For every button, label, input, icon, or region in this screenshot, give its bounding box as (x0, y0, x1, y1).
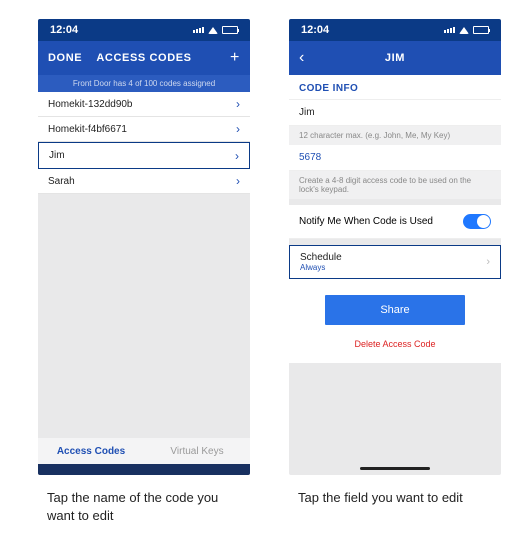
chevron-right-icon: › (236, 174, 240, 188)
chevron-right-icon: › (486, 256, 490, 268)
phone-access-codes: 12:04 DONE ACCESS CODES + Front Door has… (38, 19, 250, 475)
notify-label: Notify Me When Code is Used (299, 216, 433, 227)
chevron-right-icon: › (236, 97, 240, 111)
list-item-label: Homekit-f4bf6671 (48, 124, 127, 135)
status-time: 12:04 (50, 24, 78, 36)
battery-icon (473, 26, 489, 34)
name-hint: 12 character max. (e.g. John, Me, My Key… (289, 126, 501, 145)
delete-link[interactable]: Delete Access Code (289, 325, 501, 359)
wifi-icon (459, 27, 469, 34)
section-title: CODE INFO (289, 75, 501, 100)
code-field[interactable]: 5678 (289, 145, 501, 171)
caption-left: Tap the name of the code you want to edi… (47, 489, 247, 524)
signal-icon (444, 27, 455, 33)
wifi-icon (208, 27, 218, 34)
list-item-label: Jim (49, 150, 65, 161)
done-button[interactable]: DONE (48, 52, 82, 64)
schedule-label: Schedule (300, 252, 342, 263)
notify-toggle[interactable] (463, 214, 491, 229)
notify-row[interactable]: Notify Me When Code is Used (289, 205, 501, 239)
list-item[interactable]: Homekit-f4bf6671 › (38, 117, 250, 142)
name-field[interactable]: Jim (289, 100, 501, 126)
list-item[interactable]: Jim › (38, 142, 250, 169)
back-button[interactable]: ‹ (299, 49, 305, 67)
tab-virtual-keys[interactable]: Virtual Keys (144, 446, 250, 457)
code-info-section: CODE INFO Jim 12 character max. (e.g. Jo… (289, 75, 501, 363)
bottom-bar (38, 464, 250, 475)
share-button[interactable]: Share (325, 295, 465, 325)
status-icons (193, 26, 238, 34)
code-hint: Create a 4-8 digit access code to be use… (289, 171, 501, 199)
codes-count-strip: Front Door has 4 of 100 codes assigned (38, 75, 250, 92)
status-bar: 12:04 (289, 19, 501, 41)
nav-title: ACCESS CODES (96, 52, 191, 64)
tab-access-codes[interactable]: Access Codes (38, 446, 144, 457)
caption-right: Tap the field you want to edit (298, 489, 508, 507)
chevron-right-icon: › (235, 149, 239, 163)
nav-title: JIM (385, 52, 405, 64)
chevron-right-icon: › (236, 122, 240, 136)
home-indicator (360, 467, 430, 470)
schedule-value: Always (300, 263, 342, 272)
nav-bar: ‹ JIM (289, 41, 501, 75)
phone-code-detail: 12:04 ‹ JIM CODE INFO Jim 12 character m… (289, 19, 501, 475)
codes-list: Homekit-132dd90b › Homekit-f4bf6671 › Ji… (38, 92, 250, 194)
list-item[interactable]: Sarah › (38, 169, 250, 194)
status-time: 12:04 (301, 24, 329, 36)
status-bar: 12:04 (38, 19, 250, 41)
list-item-label: Homekit-132dd90b (48, 99, 133, 110)
status-icons (444, 26, 489, 34)
schedule-row[interactable]: Schedule Always › (289, 245, 501, 279)
nav-bar: DONE ACCESS CODES + (38, 41, 250, 75)
add-button[interactable]: + (230, 49, 240, 67)
battery-icon (222, 26, 238, 34)
signal-icon (193, 27, 204, 33)
list-item-label: Sarah (48, 176, 75, 187)
tab-bar: Access Codes Virtual Keys (38, 438, 250, 464)
list-item[interactable]: Homekit-132dd90b › (38, 92, 250, 117)
